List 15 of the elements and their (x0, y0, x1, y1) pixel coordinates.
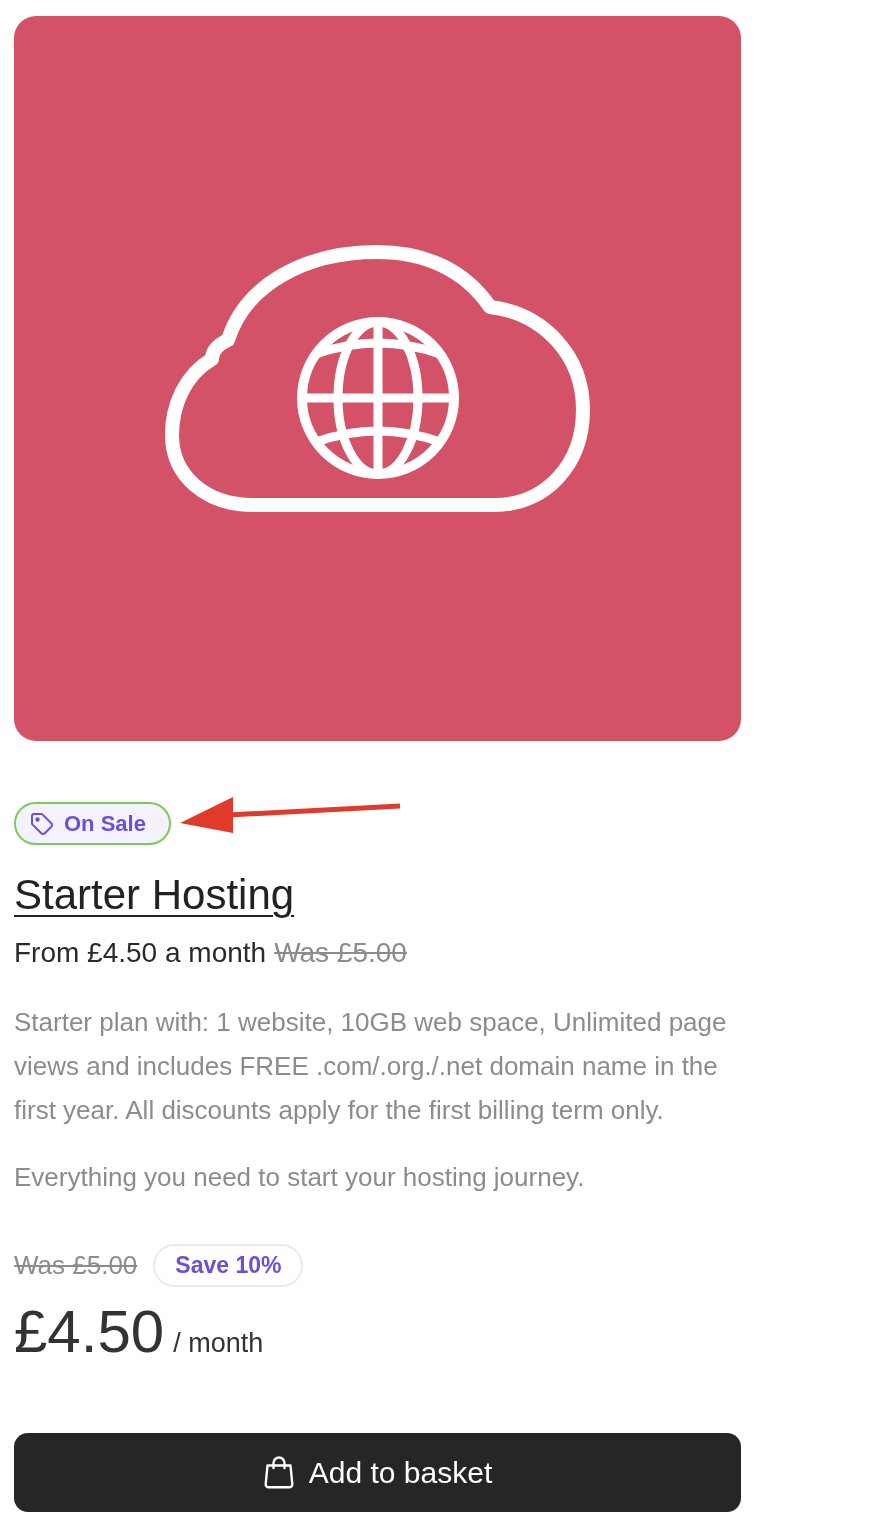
old-price: Was £5.00 (274, 936, 407, 970)
product-title-link[interactable]: Starter Hosting (14, 870, 295, 920)
price-period: / month (173, 1327, 264, 1360)
product-description: Everything you need to start your hosting journey. (14, 1161, 586, 1194)
arrow-icon (178, 795, 402, 835)
saving-badge: Save 10% (153, 1244, 304, 1287)
product-description: Starter plan with: 1 website, 10GB web space, Unlimited page views and includes FREE .com/.org./.net domain name in the first year. All discounts apply for the first billing term only. (14, 1006, 728, 1127)
tag-icon (30, 811, 54, 836)
old-price: Was £5.00 (14, 1249, 138, 1282)
shopping-bag-icon (262, 1455, 295, 1489)
current-price: £4.50 (14, 1302, 165, 1362)
price-summary: From £4.50 a month (14, 936, 267, 970)
sale-badge-label: On Sale (64, 810, 146, 838)
add-to-basket-button[interactable]: Add to basket (14, 1432, 741, 1512)
cloud-globe-icon (164, 244, 591, 513)
